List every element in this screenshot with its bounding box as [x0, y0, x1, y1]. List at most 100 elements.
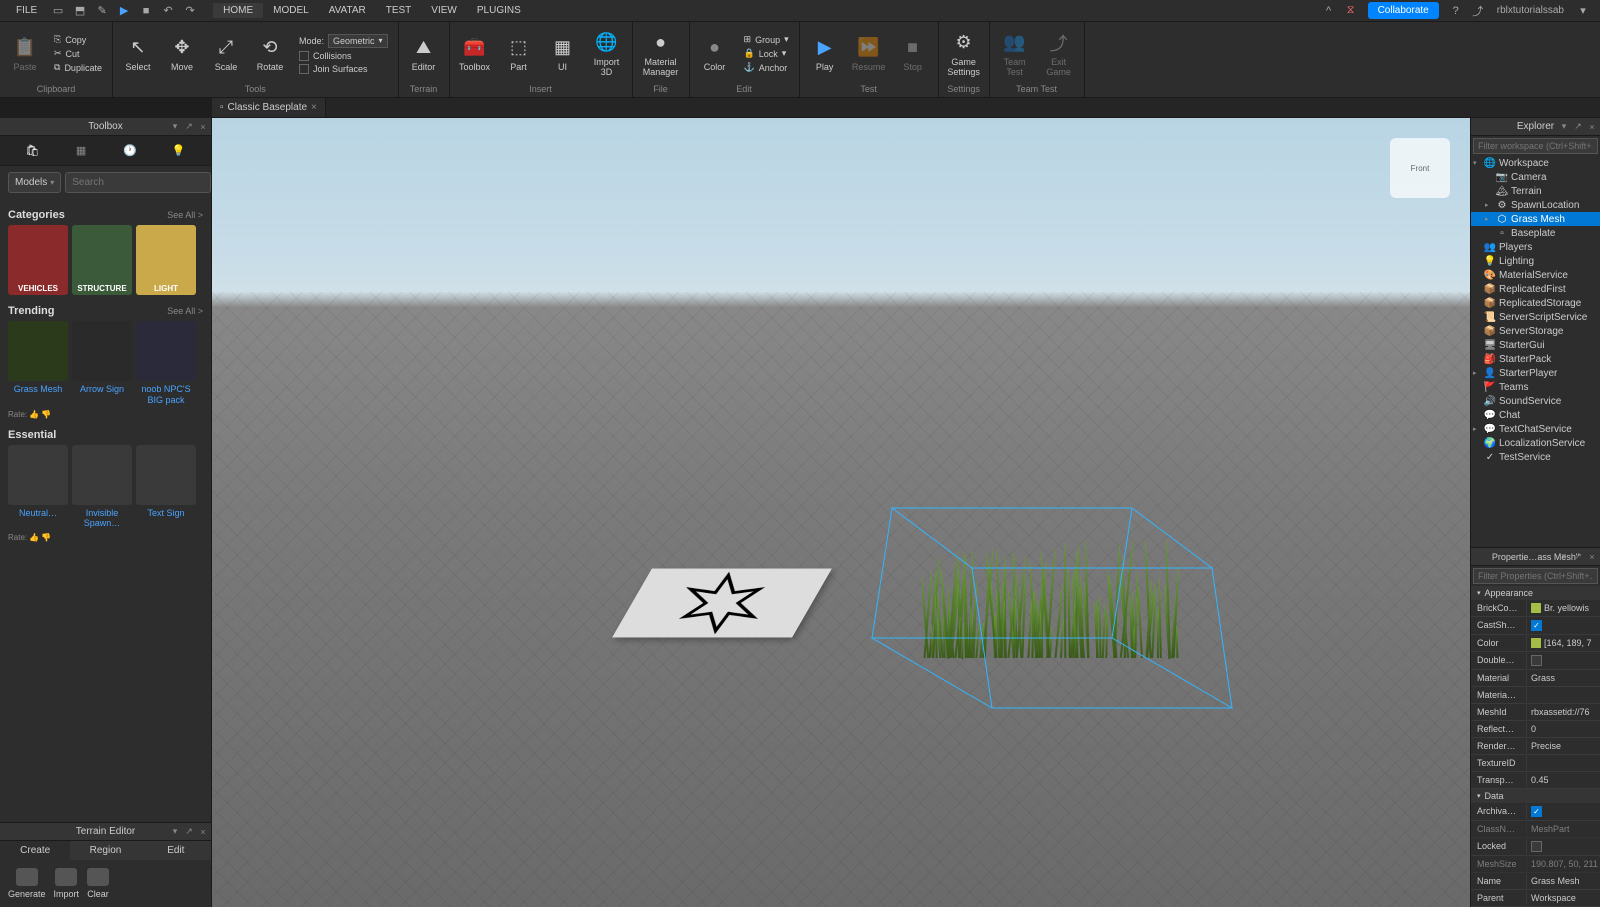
open-file-icon[interactable]: ⬒ [71, 2, 89, 20]
file-menu[interactable]: FILE [6, 3, 47, 18]
tab-view[interactable]: VIEW [421, 3, 467, 18]
explorer-item[interactable]: ▸👤StarterPlayer [1471, 366, 1600, 380]
popout-icon[interactable]: ↗ [183, 121, 195, 133]
property-row[interactable]: CastSh…✓ [1471, 617, 1600, 635]
terrain-editor-button[interactable]: ⛰Editor [403, 26, 445, 82]
import-button[interactable]: 🌐Import 3D [586, 26, 628, 82]
resume-button[interactable]: ⏩Resume [848, 26, 890, 82]
explorer-item[interactable]: ▫Baseplate [1471, 226, 1600, 240]
notification-icon[interactable]: ⧖ [1342, 2, 1360, 20]
terrain-tab-edit[interactable]: Edit [141, 841, 211, 860]
tab-plugins[interactable]: PLUGINS [467, 3, 531, 18]
new-file-icon[interactable]: ▭ [49, 2, 67, 20]
terrain-tab-region[interactable]: Region [70, 841, 140, 860]
color-button[interactable]: ●Color [694, 26, 736, 82]
explorer-item[interactable]: 💡Lighting [1471, 254, 1600, 268]
close-icon[interactable]: × [197, 121, 209, 133]
property-row[interactable]: TextureID [1471, 755, 1600, 772]
collisions-checkbox[interactable]: Collisions [297, 50, 390, 62]
property-row[interactable]: ParentWorkspace [1471, 890, 1600, 907]
thumbs-up-icon[interactable]: 👍 [29, 533, 39, 542]
search-input[interactable] [65, 172, 211, 193]
explorer-item[interactable]: 🎨MaterialService [1471, 268, 1600, 282]
paste-button[interactable]: 📋Paste [4, 26, 46, 82]
dropdown-icon[interactable]: ▾ [169, 121, 181, 133]
share-icon[interactable]: ⤴ [1469, 2, 1487, 20]
mode-dropdown[interactable]: Geometric [328, 34, 388, 48]
marketplace-tab[interactable]: 🛍 [22, 141, 42, 161]
scale-button[interactable]: ⤢Scale [205, 26, 247, 82]
creations-tab[interactable]: 💡 [169, 141, 189, 161]
inventory-tab[interactable]: ▦ [71, 141, 91, 161]
thumbs-up-icon[interactable]: 👍 [29, 410, 39, 419]
collapse-icon[interactable]: ^ [1320, 2, 1338, 20]
thumbs-down-icon[interactable]: 👎 [41, 410, 51, 419]
property-row[interactable]: MeshIdrbxassetid://76 [1471, 704, 1600, 721]
move-button[interactable]: ✥Move [161, 26, 203, 82]
ui-button[interactable]: ▦UI [542, 26, 584, 82]
asset-card[interactable]: noob NPC'S BIG pack [136, 321, 196, 406]
import-button[interactable]: Import [54, 868, 80, 899]
play-icon[interactable]: ▶ [115, 2, 133, 20]
explorer-item[interactable]: 🚩Teams [1471, 380, 1600, 394]
help-icon[interactable]: ? [1447, 2, 1465, 20]
viewport[interactable]: Front [212, 118, 1470, 907]
property-row[interactable]: MaterialGrass [1471, 670, 1600, 687]
rotate-button[interactable]: ⟲Rotate [249, 26, 291, 82]
redo-icon[interactable]: ↷ [181, 2, 199, 20]
exit-game-button[interactable]: ⤴Exit Game [1038, 26, 1080, 82]
see-all-link[interactable]: See All > [167, 210, 203, 220]
property-row[interactable]: Locked [1471, 838, 1600, 856]
category-data[interactable]: Data [1471, 789, 1600, 803]
asset-card[interactable]: Neutral… [8, 445, 68, 530]
asset-card[interactable]: Grass Mesh [8, 321, 68, 406]
document-tab[interactable]: ▫ Classic Baseplate × [212, 98, 326, 117]
collaborate-button[interactable]: Collaborate [1368, 2, 1439, 19]
game-settings-button[interactable]: ⚙Game Settings [943, 26, 985, 82]
tab-avatar[interactable]: AVATAR [319, 3, 376, 18]
thumbs-down-icon[interactable]: 👎 [41, 533, 51, 542]
play-button[interactable]: ▶Play [804, 26, 846, 82]
explorer-item[interactable]: 📦ServerStorage [1471, 324, 1600, 338]
explorer-filter[interactable] [1473, 138, 1598, 154]
explorer-item[interactable]: 🎒StarterPack [1471, 352, 1600, 366]
explorer-item[interactable]: 🖥StarterGui [1471, 338, 1600, 352]
property-row[interactable]: Color[164, 189, 7 [1471, 635, 1600, 652]
asset-card[interactable]: Text Sign [136, 445, 196, 530]
properties-filter[interactable] [1473, 568, 1598, 584]
stop-icon[interactable]: ■ [137, 2, 155, 20]
explorer-item[interactable]: 🏔Terrain [1471, 184, 1600, 198]
property-row[interactable]: ClassN…MeshPart [1471, 821, 1600, 838]
close-tab-icon[interactable]: × [311, 102, 317, 113]
explorer-item[interactable]: ▸⚙SpawnLocation [1471, 198, 1600, 212]
recent-tab[interactable]: 🕐 [120, 141, 140, 161]
terrain-tab-create[interactable]: Create [0, 841, 70, 860]
explorer-item[interactable]: ✓TestService [1471, 450, 1600, 464]
category-card[interactable]: VEHICLES [8, 225, 68, 295]
property-row[interactable]: Archiva…✓ [1471, 803, 1600, 821]
explorer-item[interactable]: 📷Camera [1471, 170, 1600, 184]
property-row[interactable]: Reflect…0 [1471, 721, 1600, 738]
explorer-item[interactable]: 🔊SoundService [1471, 394, 1600, 408]
explorer-item[interactable]: 👥Players [1471, 240, 1600, 254]
category-card[interactable]: LIGHT [136, 225, 196, 295]
see-all-link[interactable]: See All > [167, 306, 203, 316]
category-appearance[interactable]: Appearance [1471, 586, 1600, 600]
category-card[interactable]: STRUCTURE [72, 225, 132, 295]
category-dropdown[interactable]: Models [8, 172, 61, 193]
anchor-button[interactable]: ⚓Anchor [742, 61, 791, 74]
part-button[interactable]: ⬚Part [498, 26, 540, 82]
select-button[interactable]: ↖Select [117, 26, 159, 82]
property-row[interactable]: Double… [1471, 652, 1600, 670]
explorer-item[interactable]: 📦ReplicatedStorage [1471, 296, 1600, 310]
undo-icon[interactable]: ↶ [159, 2, 177, 20]
team-test-button[interactable]: 👥Team Test [994, 26, 1036, 82]
property-row[interactable]: BrickCo…Br. yellowis [1471, 600, 1600, 617]
tab-home[interactable]: HOME [213, 3, 263, 18]
toolbox-button[interactable]: 🧰Toolbox [454, 26, 496, 82]
explorer-item[interactable]: ▾🌐Workspace [1471, 156, 1600, 170]
tab-test[interactable]: TEST [376, 3, 422, 18]
user-menu-icon[interactable]: ▾ [1574, 2, 1592, 20]
property-row[interactable]: NameGrass Mesh [1471, 873, 1600, 890]
lock-button[interactable]: 🔒Lock▾ [742, 47, 791, 60]
